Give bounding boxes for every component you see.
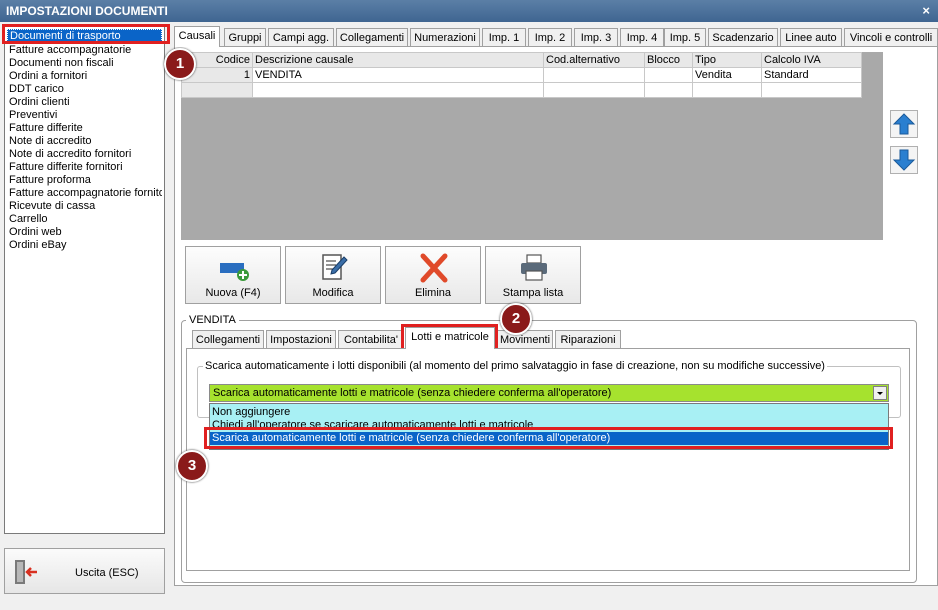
tab-movimenti[interactable]: Movimenti [497,330,553,348]
table-cell[interactable]: VENDITA [252,67,544,83]
print-list-button-label: Stampa lista [502,287,564,299]
tab-imp-2[interactable]: Imp. 2 [528,28,572,46]
table-cell[interactable] [692,82,762,98]
column-header-tipo[interactable]: Tipo [692,52,762,68]
list-item[interactable]: Note di accredito fornitori [7,148,162,161]
printer-icon [521,254,547,281]
list-item[interactable]: Ordini eBay [7,239,162,252]
tab-campi-agg[interactable]: Campi agg. [268,28,334,46]
window-titlebar: IMPOSTAZIONI DOCUMENTI × [0,0,938,22]
table-cell[interactable] [761,82,862,98]
print-list-button[interactable]: Stampa lista [485,246,581,304]
tab-imp-1[interactable]: Imp. 1 [482,28,526,46]
option-chiedi-operatore[interactable]: Chiedi all'operatore se scaricare automa… [210,419,888,430]
causali-grid: Codice Descrizione causale Cod.alternati… [181,52,862,98]
column-header-descrizione[interactable]: Descrizione causale [252,52,544,68]
table-cell[interactable] [543,67,645,83]
arrow-up-icon [892,113,916,135]
list-item[interactable]: Note di accredito [7,135,162,148]
step-badge-1: 1 [164,48,196,80]
table-cell[interactable]: Vendita [692,67,762,83]
tab-scadenzario[interactable]: Scadenzario [708,28,778,46]
tab-contabilita[interactable]: Contabilita' [338,330,404,348]
tab-collegamenti[interactable]: Collegamenti [192,330,264,348]
tab-imp-5[interactable]: Imp. 5 [664,28,706,46]
list-item[interactable]: Ordini a fornitori [7,70,162,83]
table-row-new[interactable] [181,82,862,98]
table-cell[interactable] [252,82,544,98]
vendita-group-legend: VENDITA [186,314,239,326]
table-cell[interactable] [543,82,645,98]
list-item[interactable]: Preventivi [7,109,162,122]
delete-button-label: Elimina [414,287,452,299]
tab-causali[interactable]: Causali [174,26,220,47]
list-item[interactable]: DDT carico [7,83,162,96]
move-up-button[interactable] [890,110,918,138]
document-type-list[interactable]: Documenti di trasporto Fatture accompagn… [4,26,165,534]
list-item-documenti-trasporto[interactable]: Documenti di trasporto [7,29,162,44]
tab-imp-3[interactable]: Imp. 3 [574,28,618,46]
list-item[interactable]: Documenti non fiscali [7,57,162,70]
lotti-scarico-select[interactable]: Scarica automaticamente lotti e matricol… [209,384,889,402]
new-button[interactable]: Nuova (F4) [185,246,281,304]
causali-grid-area: Codice Descrizione causale Cod.alternati… [181,52,883,240]
delete-button[interactable]: Elimina [385,246,481,304]
delete-x-icon [420,253,448,283]
tab-lotti-matricole[interactable]: Lotti e matricole [405,327,495,349]
table-cell[interactable] [644,67,693,83]
list-item[interactable]: Ricevute di cassa [7,200,162,213]
edit-document-icon [322,254,348,280]
step-badge-3: 3 [176,450,208,482]
new-record-icon [220,263,249,281]
column-header-cod-alternativo[interactable]: Cod.alternativo [543,52,645,68]
list-item[interactable]: Fatture accompagnatorie fornito [7,187,162,200]
close-icon[interactable]: × [922,3,930,18]
list-item[interactable]: Fatture proforma [7,174,162,187]
chevron-down-icon [877,392,883,395]
edit-button[interactable]: Modifica [285,246,381,304]
table-row[interactable]: 1 VENDITA Vendita Standard [181,67,862,83]
table-cell[interactable]: Standard [761,67,862,83]
tab-linee-auto[interactable]: Linee auto [780,28,842,46]
list-item[interactable]: Ordini web [7,226,162,239]
step-badge-2: 2 [500,303,532,335]
list-item[interactable]: Fatture accompagnatorie [7,44,162,57]
exit-button[interactable]: Uscita (ESC) [4,548,165,594]
edit-button-label: Modifica [312,287,354,299]
window-title: IMPOSTAZIONI DOCUMENTI [6,4,168,18]
list-item[interactable]: Fatture differite fornitori [7,161,162,174]
new-button-label: Nuova (F4) [205,287,261,299]
tab-riparazioni[interactable]: Riparazioni [555,330,621,348]
tab-vincoli-controlli[interactable]: Vincoli e controlli [844,28,938,46]
exit-door-icon [15,560,37,584]
dropdown-button[interactable] [873,386,887,400]
tab-collegamenti[interactable]: Collegamenti [336,28,408,46]
lotti-scarico-options-list[interactable]: Non aggiungere Chiedi all'operatore se s… [209,403,889,450]
arrow-down-icon [892,149,916,171]
option-scarica-automaticamente[interactable]: Scarica automaticamente lotti e matricol… [210,432,888,445]
lotti-option-legend: Scarica automaticamente i lotti disponib… [203,360,827,372]
tab-numerazioni[interactable]: Numerazioni [410,28,480,46]
tab-gruppi[interactable]: Gruppi [224,28,266,46]
table-cell[interactable] [181,82,253,98]
list-item[interactable]: Fatture differite [7,122,162,135]
list-item[interactable]: Carrello [7,213,162,226]
table-cell[interactable] [644,82,693,98]
tab-imp-4[interactable]: Imp. 4 [620,28,664,46]
tab-impostazioni[interactable]: Impostazioni [266,330,336,348]
move-down-button[interactable] [890,146,918,174]
column-header-blocco[interactable]: Blocco [644,52,693,68]
list-item[interactable]: Ordini clienti [7,96,162,109]
option-non-aggiungere[interactable]: Non aggiungere [210,406,888,419]
column-header-calcolo-iva[interactable]: Calcolo IVA [761,52,862,68]
lotti-scarico-selected-value: Scarica automaticamente lotti e matricol… [213,387,612,399]
exit-button-label: Uscita (ESC) [75,567,139,579]
